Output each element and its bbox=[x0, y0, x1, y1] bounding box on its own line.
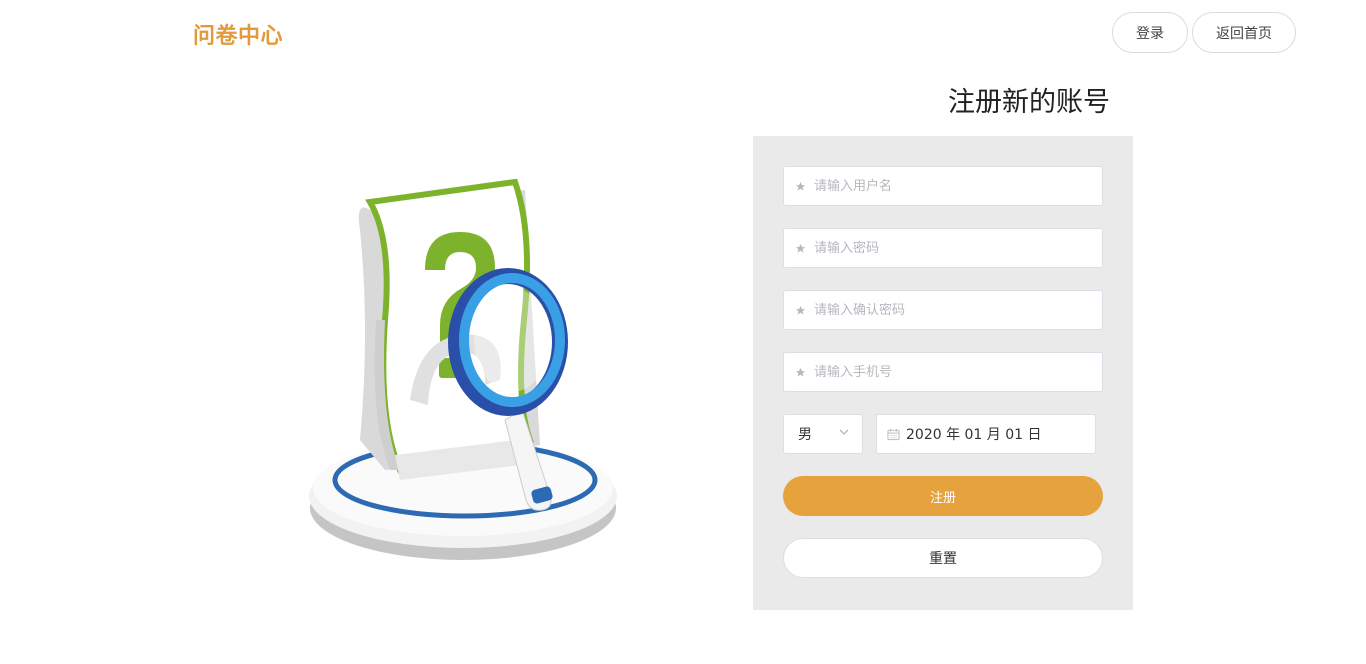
password-input[interactable] bbox=[814, 229, 1094, 267]
star-icon bbox=[794, 304, 806, 316]
calendar-icon bbox=[887, 428, 900, 441]
date-value: 2020 年 01 月 01 日 bbox=[906, 427, 1042, 443]
username-input[interactable] bbox=[814, 167, 1094, 205]
survey-illustration-icon bbox=[309, 178, 617, 560]
login-button[interactable]: 登录 bbox=[1112, 12, 1188, 53]
form-title: 注册新的账号 bbox=[948, 87, 1110, 118]
register-button[interactable]: 注册 bbox=[783, 476, 1103, 516]
site-logo[interactable]: 问卷中心 bbox=[193, 18, 283, 50]
star-icon bbox=[794, 242, 806, 254]
reset-button[interactable]: 重置 bbox=[783, 538, 1103, 578]
phone-field[interactable] bbox=[783, 352, 1103, 392]
gender-select[interactable]: 男 bbox=[783, 414, 863, 454]
star-icon bbox=[794, 366, 806, 378]
username-field[interactable] bbox=[783, 166, 1103, 206]
register-page: 问卷中心 登录 返回首页 注册新的账号 请输入用户名 请输入手机号 男 2020… bbox=[0, 0, 1366, 664]
confirm-password-field[interactable] bbox=[783, 290, 1103, 330]
password-field[interactable] bbox=[783, 228, 1103, 268]
survey-illustration bbox=[300, 170, 640, 570]
gender-value: 男 bbox=[798, 427, 812, 443]
phone-input[interactable] bbox=[814, 353, 1094, 391]
confirm-password-input[interactable] bbox=[814, 291, 1094, 329]
home-button[interactable]: 返回首页 bbox=[1192, 12, 1296, 53]
star-icon bbox=[794, 180, 806, 192]
birthday-date-picker[interactable]: 2020 年 01 月 01 日 bbox=[876, 414, 1096, 454]
register-form-panel: 男 2020 年 01 月 01 日 注册 重置 bbox=[753, 136, 1133, 610]
chevron-down-icon bbox=[838, 426, 850, 442]
